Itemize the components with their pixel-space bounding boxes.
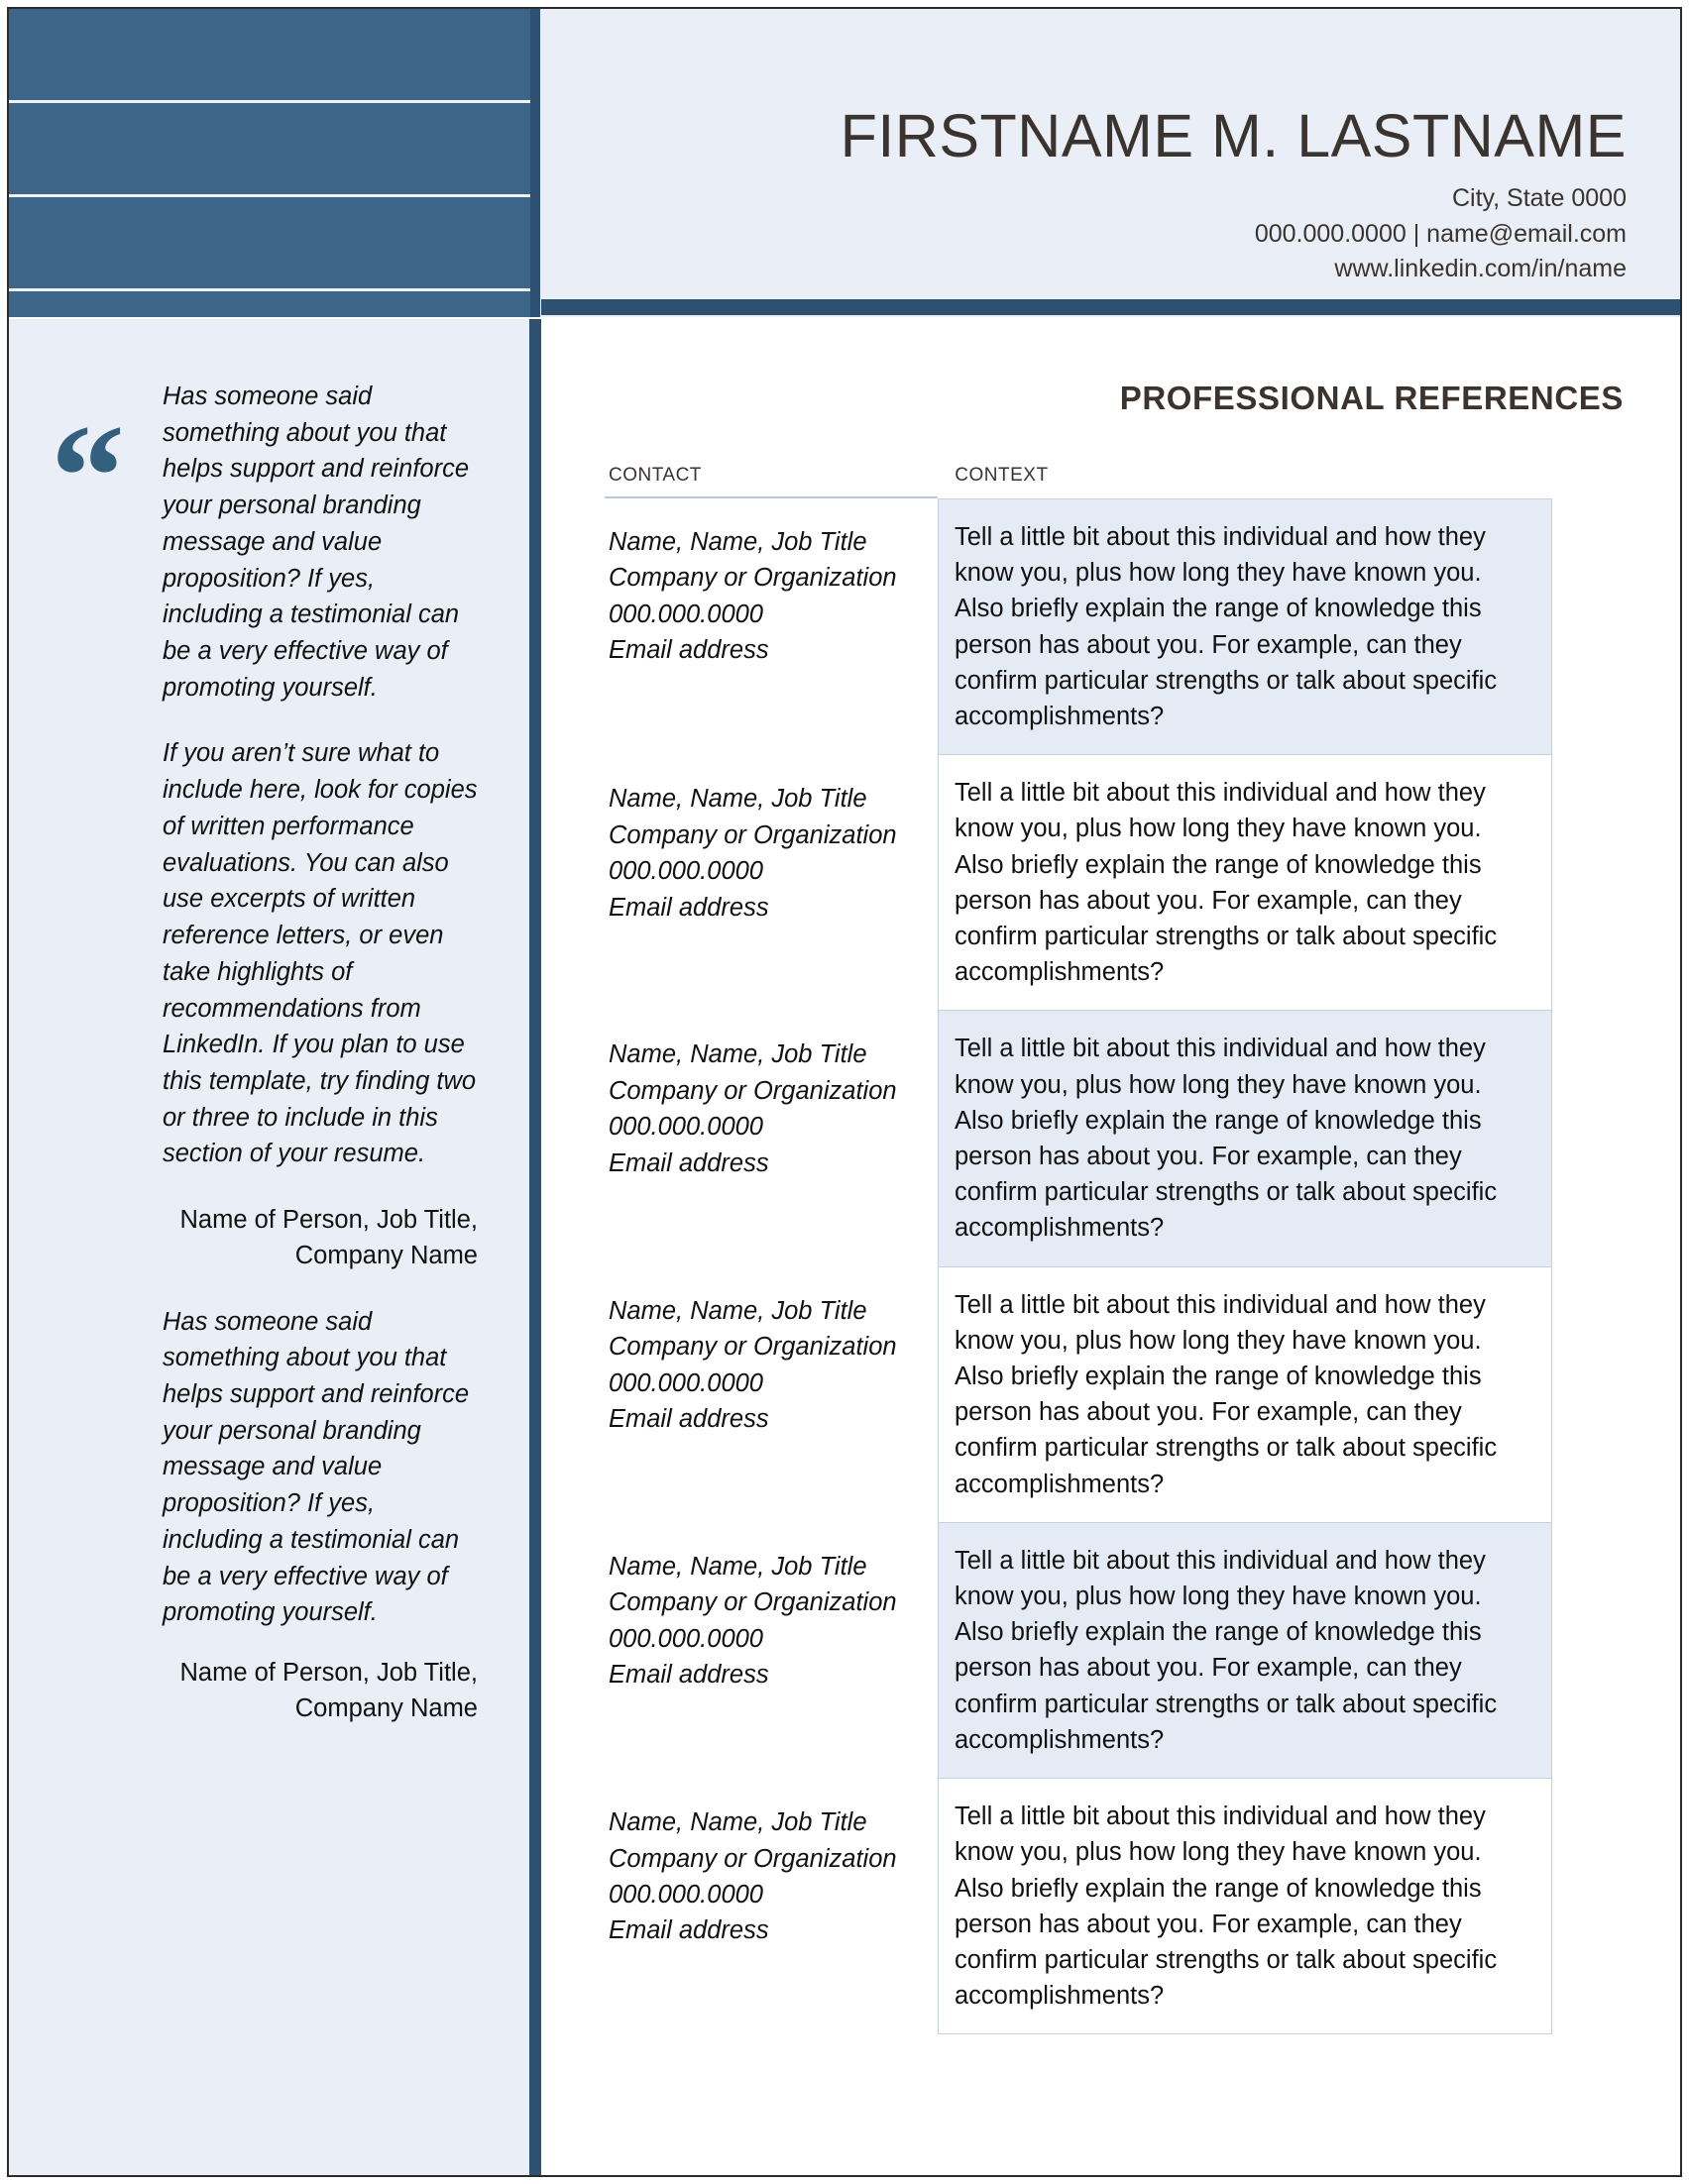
contact-line: Email address [609, 1661, 769, 1690]
stripe-block-edge [530, 9, 540, 317]
table-row: Name, Name, Job Title Company or Organiza… [605, 1011, 1568, 1267]
contact-line: 000.000.0000 [609, 1624, 763, 1653]
reference-context-cell: Tell a little bit about this individual … [938, 1266, 1552, 1523]
contact-line: Name, Name, Job Title [609, 1040, 867, 1069]
reference-context-cell: Tell a little bit about this individual … [938, 1522, 1552, 1780]
contact-line: Email address [609, 1405, 769, 1434]
reference-contact-cell: Name, Name, Job Title Company or Organiza… [605, 755, 938, 951]
testimonial-attribution: Name of Person, Job Title, Company Name [179, 1658, 478, 1723]
table-row: Name, Name, Job Title Company or Organiza… [605, 1522, 1568, 1780]
contact-line: 000.000.0000 [609, 857, 763, 886]
reference-contact-cell: Name, Name, Job Title Company or Organiza… [605, 498, 938, 695]
reference-context-cell: Tell a little bit about this individual … [938, 1011, 1552, 1267]
contact-phone-email: 000.000.0000 | name@email.com [1254, 219, 1627, 248]
testimonial-sidebar: “ Has someone said something about you t… [9, 319, 529, 2175]
testimonial-content: Has someone said something about you tha… [163, 379, 478, 1756]
contact-line: Email address [609, 1148, 769, 1177]
contact-line: Email address [609, 893, 769, 922]
reference-context-cell: Tell a little bit about this individual … [938, 755, 1552, 1012]
resume-header: FIRSTNAME M. LASTNAME City, State 0000 0… [9, 9, 1680, 317]
contact-line: Name, Name, Job Title [609, 1808, 867, 1837]
page-title: FIRSTNAME M. LASTNAME [840, 102, 1627, 169]
contact-line: Name, Name, Job Title [609, 1296, 867, 1325]
references-table: Contact Context Name, Name, Job Title Com… [605, 457, 1568, 2035]
contact-line: Company or Organization [609, 820, 897, 849]
sidebar-divider [529, 319, 541, 2175]
quote-mark-icon: “ [51, 394, 125, 559]
contact-line: Company or Organization [609, 1333, 897, 1362]
contact-line: Company or Organization [609, 1844, 897, 1873]
contact-line: Company or Organization [609, 564, 897, 593]
contact-line: Name, Name, Job Title [609, 528, 867, 556]
contact-linkedin[interactable]: www.linkedin.com/in/name [841, 252, 1627, 287]
table-row: Name, Name, Job Title Company or Organiza… [605, 498, 1568, 756]
table-body: Name, Name, Job Title Company or Organiza… [605, 498, 1568, 2035]
contact-line: 000.000.0000 [609, 1113, 763, 1142]
reference-context-cell: Tell a little bit about this individual … [938, 1779, 1552, 2035]
reference-contact-cell: Name, Name, Job Title Company or Organiza… [605, 1011, 938, 1207]
contact-line: Name, Name, Job Title [609, 785, 867, 814]
column-header-contact: Contact [609, 457, 702, 487]
column-header-context: Context [955, 457, 1049, 487]
resume-page: FIRSTNAME M. LASTNAME City, State 0000 0… [0, 0, 1689, 2184]
striped-decoration-block [9, 9, 540, 317]
testimonial-paragraph: Has someone said something about you tha… [163, 382, 470, 702]
stripe-highlight-overlay [9, 9, 540, 317]
contact-line: 000.000.0000 [609, 1368, 763, 1397]
contact-line: 000.000.0000 [609, 1881, 763, 1909]
contact-line: 000.000.0000 [609, 600, 763, 628]
testimonial-paragraph: Has someone said something about you tha… [163, 1307, 470, 1627]
testimonial-paragraph: If you aren’t sure what to include here,… [163, 739, 478, 1168]
contact-location: City, State 0000 [1451, 184, 1627, 213]
table-row: Name, Name, Job Title Company or Organiza… [605, 1779, 1568, 2035]
header-identity: FIRSTNAME M. LASTNAME City, State 0000 0… [841, 104, 1627, 287]
testimonial-attribution: Name of Person, Job Title, Company Name [179, 1206, 478, 1270]
table-row: Name, Name, Job Title Company or Organiza… [605, 755, 1568, 1012]
reference-contact-cell: Name, Name, Job Title Company or Organiza… [605, 1267, 938, 1464]
main-content: PROFESSIONAL REFERENCES Contact Context … [555, 327, 1675, 2035]
reference-contact-cell: Name, Name, Job Title Company or Organiza… [605, 1523, 938, 1719]
table-header-row: Contact Context [605, 457, 1568, 496]
contact-line: Email address [609, 1916, 769, 1945]
contact-line: Company or Organization [609, 1076, 897, 1105]
section-heading-professional-references: PROFESSIONAL REFERENCES [1119, 380, 1624, 416]
reference-contact-cell: Name, Name, Job Title Company or Organiza… [605, 1779, 938, 1975]
contact-info: City, State 0000 000.000.0000 | name@ema… [841, 181, 1627, 287]
contact-line: Company or Organization [609, 1588, 897, 1617]
contact-line: Name, Name, Job Title [609, 1552, 867, 1581]
reference-context-cell: Tell a little bit about this individual … [938, 498, 1552, 756]
header-bottom-rule [541, 299, 1680, 315]
contact-line: Email address [609, 636, 769, 665]
table-row: Name, Name, Job Title Company or Organiza… [605, 1266, 1568, 1523]
